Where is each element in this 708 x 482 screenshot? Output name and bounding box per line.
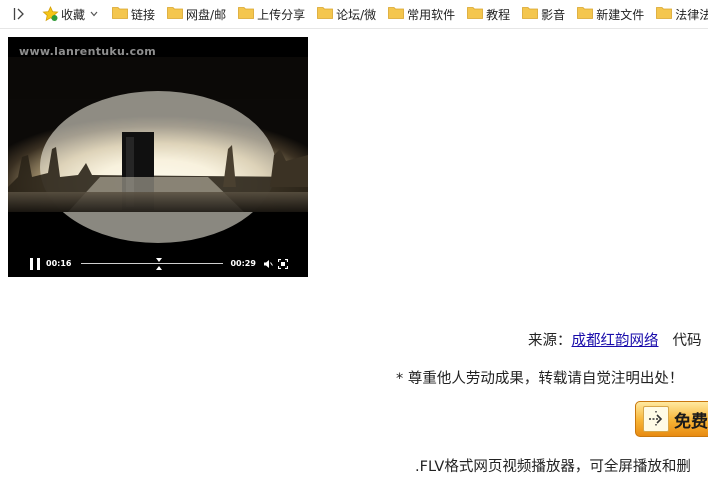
source-line: 来源：成都红韵网络 代码 <box>528 329 702 350</box>
folder-icon <box>522 6 539 22</box>
bookmark-folder-label: 常用软件 <box>407 7 456 22</box>
bookmark-folder-upload-share[interactable]: 上传分享 <box>236 3 307 25</box>
bookmark-folder-new[interactable]: 新建文件 <box>575 3 646 25</box>
source-prefix: 来源： <box>528 333 572 349</box>
folder-icon <box>317 6 333 22</box>
bookmark-folder-label: 法律法规 <box>675 7 708 22</box>
bookmark-folder-links[interactable]: 链接 <box>110 3 157 25</box>
bookmarks-bar: 收藏 链接 网盘/邮 上传分享 论坛/微 常用软件 教程 影音 新建文件 法律 <box>0 0 708 29</box>
copyright-notice: * 尊重他人劳动成果，转载请自觉注明出处！ <box>396 371 684 387</box>
bookmark-folder-netdisk[interactable]: 网盘/邮 <box>165 3 228 25</box>
download-button[interactable]: 免费 <box>635 401 708 437</box>
source-suffix: 代码 <box>672 333 702 349</box>
pause-button[interactable] <box>30 257 40 270</box>
bookmark-folder-forum[interactable]: 论坛/微 <box>315 3 378 25</box>
bookmark-folder-label: 教程 <box>486 7 511 22</box>
description-text: .FLV格式网页视频播放器，可全屏播放和删 <box>415 459 691 475</box>
seek-track <box>81 262 224 264</box>
folder-icon <box>656 6 673 22</box>
folder-icon <box>388 6 405 22</box>
folder-icon <box>112 6 128 22</box>
bookmark-folder-law[interactable]: 法律法规 <box>654 3 708 25</box>
bookmark-folder-label: 网盘/邮 <box>186 7 227 22</box>
video-frame <box>8 37 308 277</box>
bookmark-folder-label: 论坛/微 <box>336 7 377 22</box>
download-label: 免费 <box>674 411 708 432</box>
video-watermark: www.lanrentuku.com <box>19 45 157 58</box>
bookmark-folder-label: 上传分享 <box>257 7 306 22</box>
folder-icon <box>577 6 594 22</box>
bookmark-folder-media[interactable]: 影音 <box>520 3 567 25</box>
player-controls: 00:16 00:29 <box>8 250 308 277</box>
bookmark-folder-label: 影音 <box>541 7 566 22</box>
seek-bar[interactable] <box>81 257 224 270</box>
favorites-label: 收藏 <box>61 7 86 22</box>
bookmark-folder-label: 新建文件 <box>596 7 645 22</box>
bookmark-folder-label: 链接 <box>131 7 156 22</box>
chevron-down-icon <box>90 11 98 17</box>
folder-icon <box>167 6 183 22</box>
seek-handle-icon[interactable] <box>155 257 163 270</box>
favorites-menu[interactable]: 收藏 <box>40 3 100 25</box>
current-time: 00:16 <box>46 259 72 268</box>
star-icon <box>42 6 59 22</box>
sidebar-toggle-icon[interactable] <box>12 7 26 21</box>
folder-icon <box>238 6 254 22</box>
download-arrow-icon <box>643 406 669 432</box>
volume-icon[interactable] <box>263 259 273 269</box>
fullscreen-icon[interactable] <box>277 258 288 269</box>
source-link[interactable]: 成都红韵网络 <box>572 333 659 349</box>
bookmark-folder-software[interactable]: 常用软件 <box>386 3 457 25</box>
video-player[interactable]: www.lanrentuku.com 00:16 00:29 <box>8 37 308 277</box>
total-time: 00:29 <box>230 259 256 268</box>
bookmark-folder-tutorials[interactable]: 教程 <box>465 3 512 25</box>
folder-icon <box>467 6 484 22</box>
